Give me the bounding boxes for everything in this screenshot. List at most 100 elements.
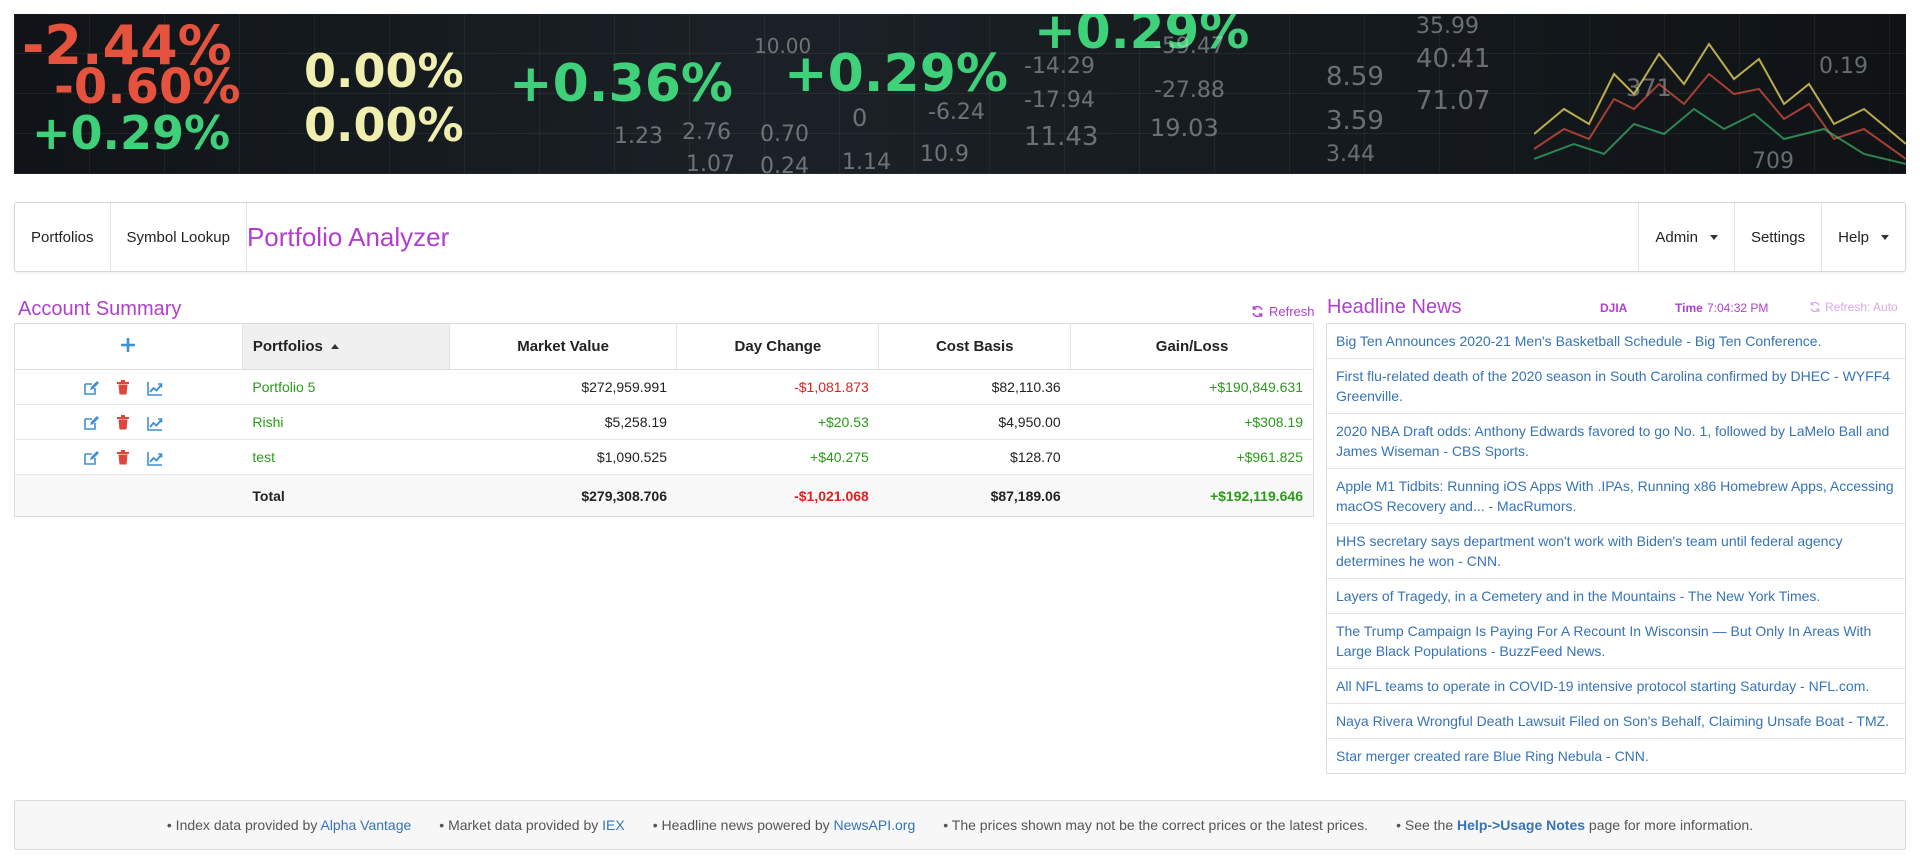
row-actions xyxy=(14,404,243,440)
col-header-portfolios[interactable]: Portfolios xyxy=(242,323,450,370)
banner-ticker-text: 0.00% xyxy=(304,44,464,98)
banner-ticker-text: -59.47 xyxy=(1154,34,1225,59)
plus-icon[interactable] xyxy=(121,337,136,352)
delete-icon[interactable] xyxy=(115,414,131,431)
time-value: 7:04:32 PM xyxy=(1707,301,1769,315)
footer-credits: • Index data provided by Alpha Vantage •… xyxy=(14,800,1906,850)
nav-help-dropdown[interactable]: Help xyxy=(1821,203,1905,271)
banner-ticker-text: 1.23 xyxy=(614,124,663,149)
table-row: Rishi $5,258.19 +$20.53 $4,950.00 +$308.19 xyxy=(14,404,1314,440)
col-header-gain-loss[interactable]: Gain/Loss xyxy=(1070,323,1314,370)
alpha-vantage-link[interactable]: Alpha Vantage xyxy=(320,817,411,833)
news-headline-link[interactable]: First flu-related death of the 2020 seas… xyxy=(1327,359,1905,414)
banner-ticker-text: +0.29% xyxy=(32,106,231,160)
nav-help-label: Help xyxy=(1838,228,1869,246)
gain-loss-cell: +$961.825 xyxy=(1070,439,1314,475)
market-value-cell: $5,258.19 xyxy=(449,404,677,440)
col-header-cost-basis[interactable]: Cost Basis xyxy=(878,323,1072,370)
portfolio-name-link[interactable]: Portfolio 5 xyxy=(242,369,450,405)
banner-ticker-text: 0.24 xyxy=(760,154,809,174)
edit-icon[interactable] xyxy=(83,380,99,396)
sort-ascending-icon xyxy=(330,344,339,349)
djia-label: DJIA xyxy=(1600,301,1628,315)
nav-right-group: Admin Settings Help xyxy=(1638,203,1905,271)
news-refresh-auto[interactable]: Refresh: Auto xyxy=(1809,300,1898,314)
nav-portfolios[interactable]: Portfolios xyxy=(15,203,111,271)
banner-ticker-text: 1.07 xyxy=(686,152,735,174)
banner-ticker-text: 10.00 xyxy=(754,34,812,58)
usage-notes-link[interactable]: Help->Usage Notes xyxy=(1457,817,1585,833)
day-change-cell: +$20.53 xyxy=(676,404,879,440)
table-total-row: Total $279,308.706 -$1,021.068 $87,189.06 +$… xyxy=(14,474,1314,517)
news-headline-link[interactable]: The Trump Campaign Is Paying For A Recou… xyxy=(1327,614,1905,669)
account-summary-table: Portfolios Market Value Day Change Cost … xyxy=(14,323,1314,517)
refresh-label: Refresh xyxy=(1269,304,1315,319)
nav-settings[interactable]: Settings xyxy=(1733,203,1821,271)
footer-text: • Market data provided by xyxy=(439,817,603,833)
portfolio-name-link[interactable]: Rishi xyxy=(242,404,450,440)
chart-icon[interactable] xyxy=(147,415,163,431)
newsapi-link[interactable]: NewsAPI.org xyxy=(834,817,916,833)
news-headline-link[interactable]: Big Ten Announces 2020-21 Men's Basketba… xyxy=(1327,324,1905,359)
headline-news-header: Headline News DJIA Time 7:04:32 PM Refre… xyxy=(1327,296,1907,320)
banner-ticker-text: 1.14 xyxy=(842,150,891,174)
row-actions xyxy=(14,369,243,405)
market-value-cell: $1,090.525 xyxy=(449,439,677,475)
news-headline-link[interactable]: HHS secretary says department won't work… xyxy=(1327,524,1905,579)
banner-ticker-text: -14.29 xyxy=(1024,54,1095,79)
banner-ticker-text: 40.41 xyxy=(1416,44,1491,74)
edit-icon[interactable] xyxy=(83,450,99,466)
banner-ticker-text: 2.76 xyxy=(682,120,731,145)
top-navbar: Portfolios Symbol Lookup Portfolio Analy… xyxy=(14,202,1906,272)
cost-basis-cell: $128.70 xyxy=(878,439,1071,475)
news-headline-link[interactable]: Apple M1 Tidbits: Running iOS Apps With … xyxy=(1327,469,1905,524)
account-summary-title: Account Summary xyxy=(18,298,182,320)
footer-text: • Index data provided by xyxy=(166,817,321,833)
portfolio-name-link[interactable]: test xyxy=(242,439,450,475)
col-header-market-value[interactable]: Market Value xyxy=(449,323,678,370)
cost-basis-cell: $82,110.36 xyxy=(878,369,1071,405)
news-headline-link[interactable]: Naya Rivera Wrongful Death Lawsuit Filed… xyxy=(1327,704,1905,739)
time-label: Time xyxy=(1675,301,1703,315)
headline-news-list: Big Ten Announces 2020-21 Men's Basketba… xyxy=(1326,323,1906,774)
brand-title[interactable]: Portfolio Analyzer xyxy=(247,203,1638,271)
banner-ticker-text: -6.24 xyxy=(928,100,985,125)
delete-icon[interactable] xyxy=(115,449,131,466)
footer-news-credit: • Headline news powered by NewsAPI.org xyxy=(653,817,916,833)
table-row: test $1,090.525 +$40.275 $128.70 +$961.825 xyxy=(14,439,1314,475)
col-header-day-change[interactable]: Day Change xyxy=(676,323,880,370)
banner-ticker-text: 0.70 xyxy=(760,122,809,147)
total-day-change: -$1,021.068 xyxy=(676,474,879,517)
nav-admin-dropdown[interactable]: Admin xyxy=(1638,203,1734,271)
news-headline-link[interactable]: 2020 NBA Draft odds: Anthony Edwards fav… xyxy=(1327,414,1905,469)
news-headline-link[interactable]: All NFL teams to operate in COVID-19 int… xyxy=(1327,669,1905,704)
chart-icon[interactable] xyxy=(147,450,163,466)
banner-ticker-text: 35.99 xyxy=(1416,14,1479,39)
footer-text: • See the xyxy=(1396,817,1458,833)
news-headline-link[interactable]: Star merger created rare Blue Ring Nebul… xyxy=(1327,739,1905,773)
row-actions xyxy=(14,439,243,475)
chart-icon[interactable] xyxy=(147,380,163,396)
day-change-cell: +$40.275 xyxy=(676,439,879,475)
banner-ticker-text: 11.43 xyxy=(1024,122,1099,152)
edit-icon[interactable] xyxy=(83,415,99,431)
delete-icon[interactable] xyxy=(115,379,131,396)
total-market-value: $279,308.706 xyxy=(449,474,677,517)
footer-text: page for more information. xyxy=(1585,817,1754,833)
banner-ticker-text: 0.00% xyxy=(304,98,464,152)
banner-ticker-text: 3.59 xyxy=(1326,106,1384,136)
banner-ticker-text: +0.29% xyxy=(784,44,1008,104)
caret-down-icon xyxy=(1881,234,1889,240)
footer-market-credit: • Market data provided by IEX xyxy=(439,817,624,833)
news-refresh-label: Refresh: Auto xyxy=(1825,300,1898,314)
iex-link[interactable]: IEX xyxy=(602,817,625,833)
news-headline-link[interactable]: Layers of Tragedy, in a Cemetery and in … xyxy=(1327,579,1905,614)
add-portfolio-cell[interactable] xyxy=(14,323,243,370)
summary-refresh-link[interactable]: Refresh xyxy=(1251,304,1315,319)
table-row: Portfolio 5 $272,959.991 -$1,081.873 $82,11… xyxy=(14,369,1314,405)
total-cost-basis: $87,189.06 xyxy=(878,474,1071,517)
banner-ticker-text: -17.94 xyxy=(1024,88,1095,113)
nav-symbol-lookup[interactable]: Symbol Lookup xyxy=(111,203,247,271)
footer-disclaimer: • The prices shown may not be the correc… xyxy=(943,817,1369,833)
market-value-cell: $272,959.991 xyxy=(449,369,677,405)
